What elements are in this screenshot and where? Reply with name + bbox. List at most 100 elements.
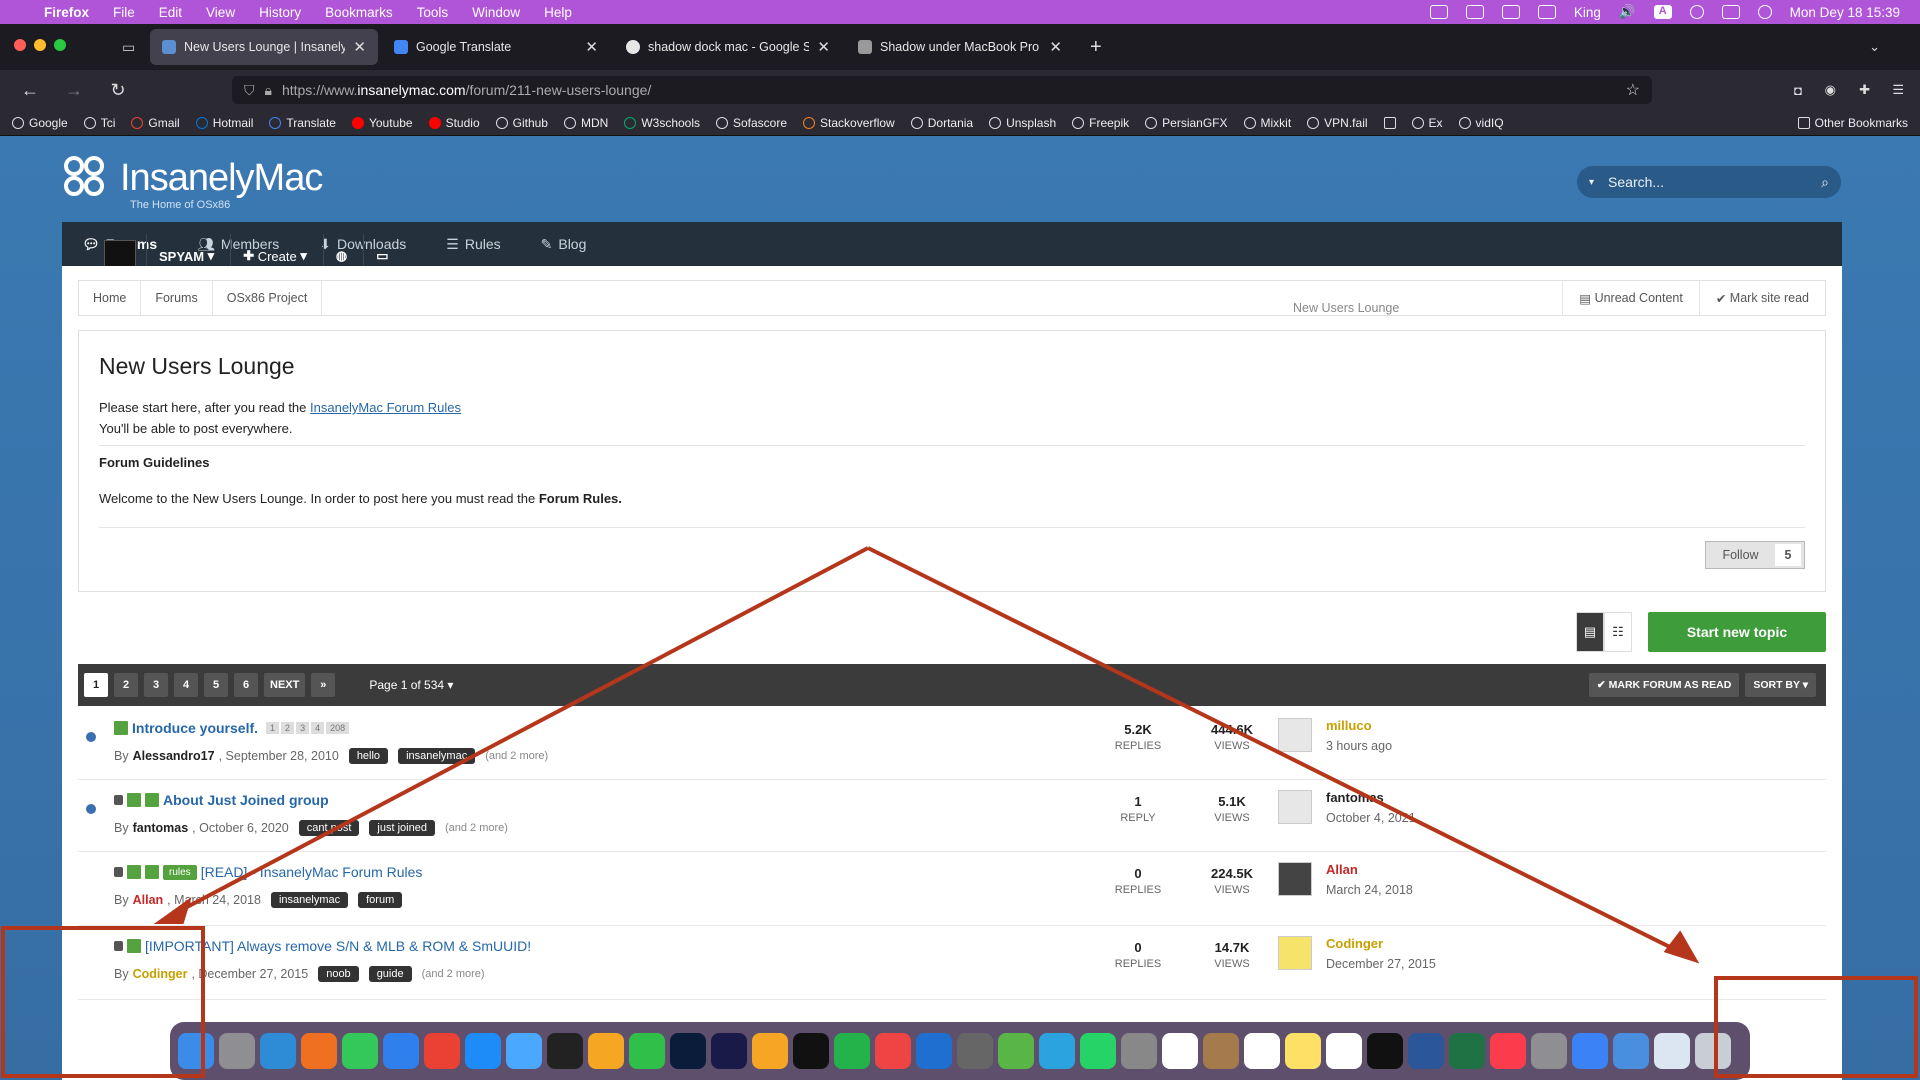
breadcrumb-home[interactable]: Home <box>79 281 142 315</box>
bookmark-translate[interactable]: Translate <box>269 116 336 130</box>
sort-by-button[interactable]: SORT BY ▾ <box>1745 673 1816 697</box>
control-center-icon[interactable] <box>1721 5 1740 19</box>
tab-insanelymac[interactable]: New Users Lounge | InsanelyMac ✕ <box>150 29 378 65</box>
bookmark-vpn-fail[interactable]: VPN.fail <box>1307 116 1368 130</box>
tag[interactable]: cant post <box>298 820 360 836</box>
new-tab-button[interactable]: + <box>1090 36 1102 59</box>
drive-icon[interactable] <box>1501 5 1520 19</box>
reload-button[interactable]: ↻ <box>104 80 132 101</box>
close-tab-icon[interactable]: ✕ <box>353 38 366 56</box>
hamburger-menu-icon[interactable]: ☰ <box>1892 82 1904 98</box>
tab-google-search[interactable]: shadow dock mac - Google Search ✕ <box>614 29 842 65</box>
mini-page[interactable]: 2 <box>281 722 295 734</box>
menu-edit[interactable]: Edit <box>159 5 182 20</box>
tab-apple-discussions[interactable]: Shadow under MacBook Pro dock ✕ <box>846 29 1074 65</box>
topic-title[interactable]: About Just Joined group <box>163 792 329 808</box>
search-filter-chevron-icon[interactable]: ▾ <box>1589 177 1594 188</box>
bookmark-w3schools[interactable]: W3schools <box>624 116 700 130</box>
close-tab-icon[interactable]: ✕ <box>1049 38 1062 56</box>
forward-button[interactable]: → <box>60 80 88 101</box>
bookmark-studio[interactable]: Studio <box>428 116 480 130</box>
extension-icon[interactable]: ◉ <box>1825 82 1836 98</box>
table-row[interactable]: [IMPORTANT] Always remove S/N & MLB & RO… <box>78 926 1826 1000</box>
bookmark-google[interactable]: Google <box>12 116 68 130</box>
nav-rules[interactable]: ☰ Rules <box>426 236 520 253</box>
dock-launchpad-icon[interactable] <box>219 1033 255 1069</box>
back-button[interactable]: ← <box>16 80 44 101</box>
page-2[interactable]: 2 <box>114 673 138 697</box>
topic-title[interactable]: [READ] - InsanelyMac Forum Rules <box>201 864 423 880</box>
layout-icon[interactable] <box>1537 5 1556 19</box>
volume-icon[interactable]: 🔊 <box>1619 4 1636 20</box>
spotlight-search-icon[interactable] <box>1689 5 1704 19</box>
dock-notes-icon[interactable] <box>1285 1033 1321 1069</box>
avatar[interactable] <box>1278 718 1312 752</box>
bookmark-tci[interactable]: Tci <box>83 116 115 130</box>
camera-icon[interactable] <box>1465 5 1484 19</box>
table-view-icon[interactable]: ▤ <box>1576 612 1604 652</box>
dock-spark-icon[interactable] <box>1572 1033 1608 1069</box>
mark-site-read-link[interactable]: ✔ Mark site read <box>1698 281 1825 315</box>
last-poster[interactable]: milluco <box>1326 718 1392 733</box>
bookmark-youtube[interactable]: Youtube <box>351 116 413 130</box>
close-tab-icon[interactable]: ✕ <box>817 38 830 56</box>
next-page[interactable]: NEXT <box>264 673 306 697</box>
close-tab-icon[interactable]: ✕ <box>585 38 598 56</box>
bookmark-sofascore[interactable]: Sofascore <box>716 116 787 130</box>
close-window-button[interactable] <box>14 38 26 51</box>
dock-system-settings-icon[interactable] <box>1531 1033 1567 1069</box>
menu-window[interactable]: Window <box>472 5 520 20</box>
user-name[interactable]: King <box>1574 5 1601 20</box>
last-poster[interactable]: Allan <box>1326 862 1413 877</box>
siri-icon[interactable] <box>1757 5 1772 19</box>
table-row[interactable]: Introduce yourself. 1 2 3 4 208 By Alessa… <box>78 708 1826 780</box>
topic-author[interactable]: Alessandro17 <box>133 749 215 763</box>
breadcrumb-forums[interactable]: Forums <box>141 281 213 315</box>
avatar[interactable] <box>1278 936 1312 970</box>
last-poster[interactable]: Codinger <box>1326 936 1436 951</box>
tag[interactable]: hello <box>348 748 389 764</box>
page-5[interactable]: 5 <box>204 673 228 697</box>
tag[interactable]: guide <box>368 966 412 982</box>
dock-pages-icon[interactable] <box>752 1033 788 1069</box>
avatar[interactable] <box>1278 790 1312 824</box>
dock-downloads-icon[interactable] <box>1654 1033 1690 1069</box>
bookmark-gmail[interactable]: Gmail <box>131 116 180 130</box>
bookmark-folder-icon[interactable] <box>1383 116 1396 129</box>
topic-author[interactable]: Codinger <box>133 967 188 981</box>
nav-blog[interactable]: ✎ Blog <box>521 236 607 253</box>
dock-safari-icon[interactable] <box>260 1033 296 1069</box>
lock-icon[interactable]: 🔒︎ <box>265 82 272 99</box>
list-all-tabs-icon[interactable]: ⌄ <box>1869 39 1880 55</box>
dock-excel-icon[interactable] <box>1449 1033 1485 1069</box>
last-page[interactable]: » <box>311 673 336 697</box>
dock-finder-icon[interactable] <box>178 1033 214 1069</box>
menu-app-firefox[interactable]: Firefox <box>44 5 89 20</box>
topic-title[interactable]: Introduce yourself. <box>132 720 258 736</box>
dock-whatsapp-icon[interactable] <box>1080 1033 1116 1069</box>
dock-xcode-icon[interactable] <box>1613 1033 1649 1069</box>
bookmark-ex[interactable]: Ex <box>1411 116 1443 130</box>
dock-terminal-icon[interactable] <box>547 1033 583 1069</box>
breadcrumb-osx86-project[interactable]: OSx86 Project <box>213 281 323 315</box>
dock-v2-icon[interactable] <box>793 1033 829 1069</box>
dock-word-icon[interactable] <box>1408 1033 1444 1069</box>
dock-mail-icon[interactable] <box>383 1033 419 1069</box>
dock-reminders-icon[interactable] <box>1244 1033 1280 1069</box>
dock-apple-tv-icon[interactable] <box>1367 1033 1403 1069</box>
tag[interactable]: insanelymac <box>398 748 476 764</box>
minimize-window-button[interactable] <box>34 38 46 51</box>
site-logo[interactable]: InsanelyMac The Home of OSx86 <box>64 156 323 211</box>
follow-button[interactable]: Follow 5 <box>1705 541 1805 569</box>
dock-vscode-icon[interactable] <box>916 1033 952 1069</box>
last-poster[interactable]: fantomas <box>1326 790 1416 805</box>
bookmark-star-icon[interactable]: ☆ <box>1626 80 1640 100</box>
bookmark-persiangfx[interactable]: PersianGFX <box>1145 116 1228 130</box>
dock-firefox-icon[interactable] <box>301 1033 337 1069</box>
avatar[interactable] <box>1278 862 1312 896</box>
bookmark-mdn[interactable]: MDN <box>563 116 608 130</box>
rules-badge[interactable]: rules <box>163 864 197 880</box>
site-search-input[interactable]: ▾ Search... ⌕ <box>1577 166 1841 198</box>
mini-page[interactable]: 208 <box>326 722 350 734</box>
mark-forum-read-button[interactable]: ✔ MARK FORUM AS READ <box>1588 673 1740 697</box>
